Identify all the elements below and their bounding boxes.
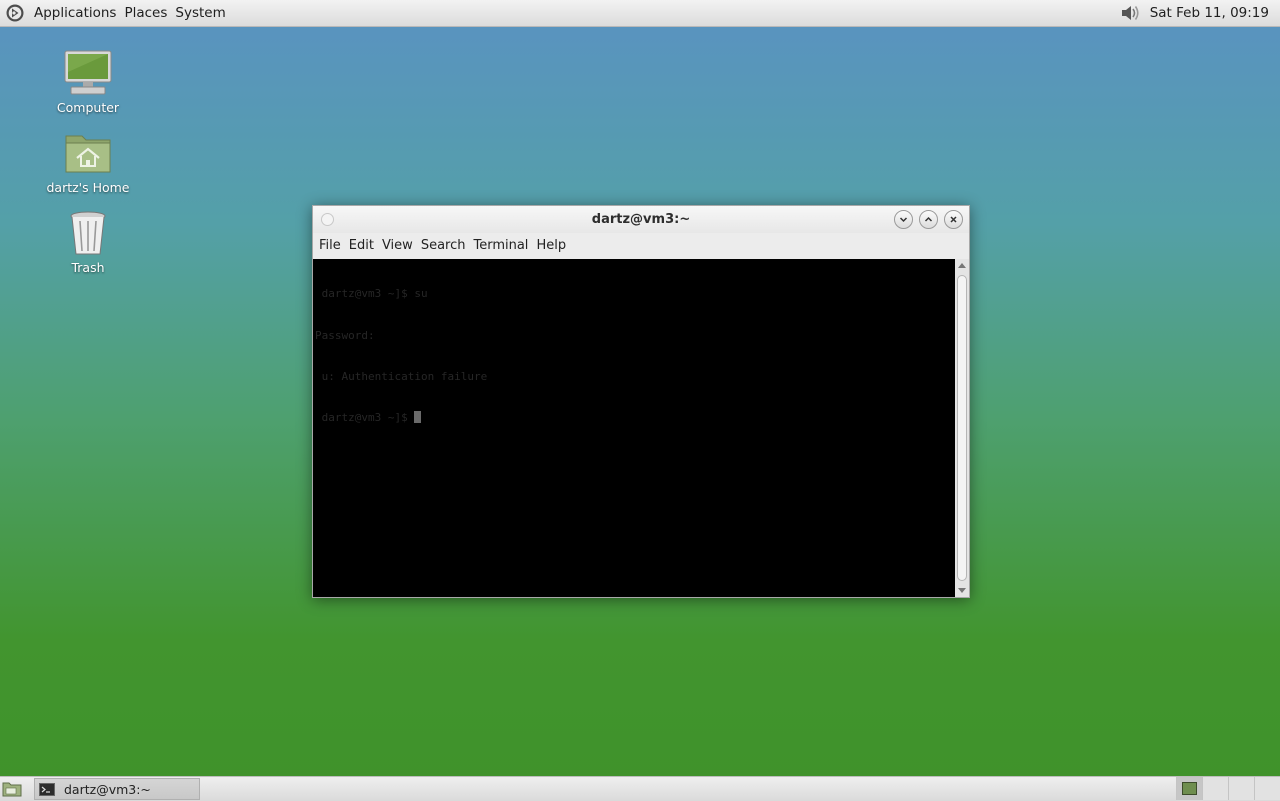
scroll-down-icon[interactable] bbox=[958, 588, 966, 593]
menu-edit[interactable]: Edit bbox=[345, 238, 378, 253]
menu-view[interactable]: View bbox=[378, 238, 417, 253]
status-area: Sat Feb 11, 09:19 bbox=[1118, 0, 1280, 26]
window-titlebar[interactable]: dartz@vm3:~ bbox=[313, 206, 969, 233]
workspace-1[interactable] bbox=[1176, 777, 1202, 800]
bottom-panel: dartz@vm3:~ bbox=[0, 776, 1280, 801]
volume-icon[interactable] bbox=[1118, 2, 1144, 24]
terminal-menubar: File Edit View Search Terminal Help bbox=[313, 233, 969, 257]
terminal-scrollbar[interactable] bbox=[955, 259, 969, 597]
show-desktop-icon[interactable] bbox=[2, 780, 22, 797]
terminal-cursor bbox=[414, 410, 422, 423]
terminal-window: dartz@vm3:~ File Edit View Search Termin… bbox=[312, 205, 970, 598]
top-panel: Applications Places System Sat Feb 11, 0… bbox=[0, 0, 1280, 27]
places-menu[interactable]: Places bbox=[120, 5, 171, 21]
desktop-icon-label: Trash bbox=[71, 260, 105, 275]
workspace-2[interactable] bbox=[1202, 777, 1228, 800]
window-controls bbox=[894, 210, 963, 229]
close-icon[interactable] bbox=[944, 210, 963, 229]
workspace-3[interactable] bbox=[1228, 777, 1254, 800]
desktop-icon-computer[interactable]: Computer bbox=[40, 48, 136, 115]
desktop-icon-home[interactable]: dartz's Home bbox=[40, 128, 136, 195]
menu-file[interactable]: File bbox=[315, 238, 345, 253]
desktop-icon-trash[interactable]: Trash bbox=[40, 208, 136, 275]
minimize-icon[interactable] bbox=[894, 210, 913, 229]
clock[interactable]: Sat Feb 11, 09:19 bbox=[1150, 5, 1269, 21]
workspace-switcher bbox=[1176, 777, 1280, 801]
menu-search[interactable]: Search bbox=[417, 238, 470, 253]
workspace-4[interactable] bbox=[1254, 777, 1280, 800]
scroll-up-icon[interactable] bbox=[958, 263, 966, 268]
terminal-output[interactable]: dartz@vm3 ~]$ su Password: u: Authentica… bbox=[313, 259, 955, 597]
computer-icon bbox=[64, 50, 112, 95]
window-title: dartz@vm3:~ bbox=[591, 212, 691, 227]
terminal-line: dartz@vm3 ~]$ su bbox=[315, 287, 428, 301]
distro-logo-icon[interactable] bbox=[4, 2, 26, 24]
terminal-line: u: Authentication failure bbox=[315, 369, 488, 383]
terminal-line: Password: bbox=[315, 328, 375, 342]
window-menu-icon[interactable] bbox=[321, 213, 334, 226]
taskbar-item-terminal[interactable]: dartz@vm3:~ bbox=[34, 778, 200, 800]
terminal-icon bbox=[39, 782, 55, 796]
scroll-thumb[interactable] bbox=[957, 275, 967, 581]
trash-icon bbox=[70, 211, 106, 255]
menu-terminal[interactable]: Terminal bbox=[469, 238, 532, 253]
terminal-prompt: dartz@vm3 ~]$ bbox=[315, 410, 415, 424]
system-menu[interactable]: System bbox=[171, 5, 229, 21]
applications-menu[interactable]: Applications bbox=[30, 5, 120, 21]
desktop-icon-label: Computer bbox=[56, 100, 120, 115]
menu-help[interactable]: Help bbox=[532, 238, 570, 253]
taskbar-item-label: dartz@vm3:~ bbox=[64, 781, 151, 797]
desktop-icon-label: dartz's Home bbox=[46, 180, 130, 195]
maximize-icon[interactable] bbox=[919, 210, 938, 229]
home-folder-icon bbox=[65, 135, 111, 173]
